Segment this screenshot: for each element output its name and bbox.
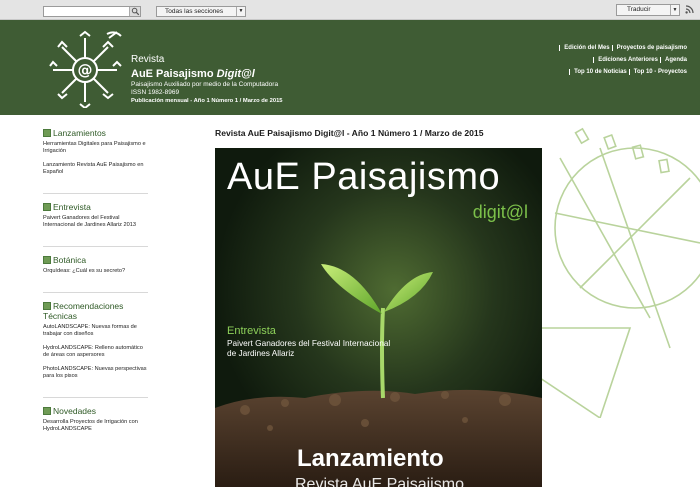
nav-link-top10-noticias[interactable]: Top 10 de Noticias [569,69,629,75]
top-toolbar: Todas las secciones ▼ Traducir ▼ [0,0,700,20]
sidebar-heading-label: Recomendaciones Técnicas [43,301,124,321]
nav-row: Top 10 de Noticias Top 10 - Proyectos [529,66,689,78]
sidebar-link[interactable]: Orquídeas: ¿Cuál es su secreto? [43,268,148,275]
decorative-circle-graphic [540,127,700,418]
sidebar-heading-label: Lanzamientos [53,128,106,138]
translate-select[interactable]: Traducir ▼ [616,4,680,16]
sidebar-heading[interactable]: Novedades [43,406,148,416]
brand-tagline: Paisajismo Auxiliado por medio de la Com… [131,81,279,88]
sidebar-link[interactable]: HydroLANDSCAPE: Relleno automático de ár… [43,345,148,359]
sidebar-heading[interactable]: Recomendaciones Técnicas [43,301,148,321]
site-header: @ Revista AuE Paisajismo Digit@l Paisaji… [0,20,700,115]
sidebar-heading[interactable]: Botánica [43,255,148,265]
nav-link-top10-proyectos[interactable]: Top 10 - Proyectos [628,69,689,75]
brand-issn: ISSN 1982-8969 [131,89,180,96]
section-icon [43,256,51,264]
sidebar-section-entrevista: Entrevista Paivert Ganadores del Festiva… [43,202,148,247]
dandelion-logo-icon[interactable]: @ [45,28,125,108]
top-navigation: Edición del Mes Proyectos de paisajismo E… [529,42,689,78]
sidebar-link[interactable]: AutoLANDSCAPE: Nuevas formas de trabajar… [43,324,148,338]
sidebar-section-lanzamientos: Lanzamientos Herramientas Digitales para… [43,128,148,194]
sections-select-value: Todas las secciones [165,8,224,15]
section-icon [43,302,51,310]
cover-section-label: Entrevista [227,325,276,337]
brand-revista: Revista [131,54,165,65]
brand-block: Revista AuE Paisajismo Digit@l Paisajism… [131,54,283,105]
chevron-down-icon: ▼ [236,7,245,16]
cover-launch-title: Lanzamiento [297,445,444,472]
sidebar-link[interactable]: Herramientas Digitales para Paisajismo e… [43,141,148,155]
magazine-cover[interactable]: AuE Paisajismo digit@l Entrevista Paiver… [215,148,542,487]
translate-select-value: Traducir [627,6,651,13]
nav-link-agenda[interactable]: Agenda [659,57,689,63]
svg-text:@: @ [78,61,93,79]
brand-title-em: Digit@l [216,68,255,80]
sidebar-section-novedades: Novedades Desarrolla Proyectos de Irriga… [43,406,148,450]
brand-title-main: AuE Paisajismo [131,68,217,80]
sidebar-heading-label: Botánica [53,255,87,265]
search-button[interactable] [129,7,140,16]
sidebar-heading-label: Novedades [53,406,97,416]
nav-row: Edición del Mes Proyectos de paisajismo [529,42,689,54]
search-icon [131,7,140,16]
sidebar-link[interactable]: Lanzamiento Revista AuE Paisajismo en Es… [43,162,148,176]
chevron-down-icon: ▼ [670,5,679,15]
nav-row: Ediciones Anteriores Agenda [529,54,689,66]
brand-title[interactable]: AuE Paisajismo Digit@l [131,68,283,81]
sidebar-link[interactable]: PhotoLANDSCAPE: Nuevas perspectivas para… [43,366,148,380]
sections-select[interactable]: Todas las secciones ▼ [156,6,246,17]
rss-icon[interactable] [685,5,694,14]
sidebar-heading[interactable]: Entrevista [43,202,148,212]
sidebar-link[interactable]: Paivert Ganadores del Festival Internaci… [43,215,148,229]
section-icon [43,407,51,415]
nav-link-ediciones-anteriores[interactable]: Ediciones Anteriores [593,57,660,63]
section-icon [43,129,51,137]
sidebar-section-botanica: Botánica Orquídeas: ¿Cuál es su secreto? [43,255,148,293]
nav-link-edicion-mes[interactable]: Edición del Mes [559,45,612,51]
cover-title: AuE Paisajismo [227,156,501,198]
sidebar-link[interactable]: Desarrolla Proyectos de Irrigación con H… [43,419,148,433]
brand-publication: Publicación mensual - Año 1 Número 1 / M… [131,98,283,104]
cover-digital: digit@l [472,202,528,222]
search-input[interactable] [43,6,141,17]
cover-illustration [215,148,542,487]
sidebar: Lanzamientos Herramientas Digitales para… [43,128,148,458]
page-title: Revista AuE Paisajismo Digit@l - Año 1 N… [215,128,484,138]
sidebar-heading[interactable]: Lanzamientos [43,128,148,138]
cover-launch-subtitle: Revista AuE Paisajismo [295,476,464,487]
cover-section-text: Paivert Ganadores del Festival Internaci… [227,338,391,358]
sidebar-section-recomendaciones: Recomendaciones Técnicas AutoLANDSCAPE: … [43,301,148,398]
nav-link-proyectos[interactable]: Proyectos de paisajismo [611,45,689,51]
sidebar-heading-label: Entrevista [53,202,91,212]
section-icon [43,203,51,211]
